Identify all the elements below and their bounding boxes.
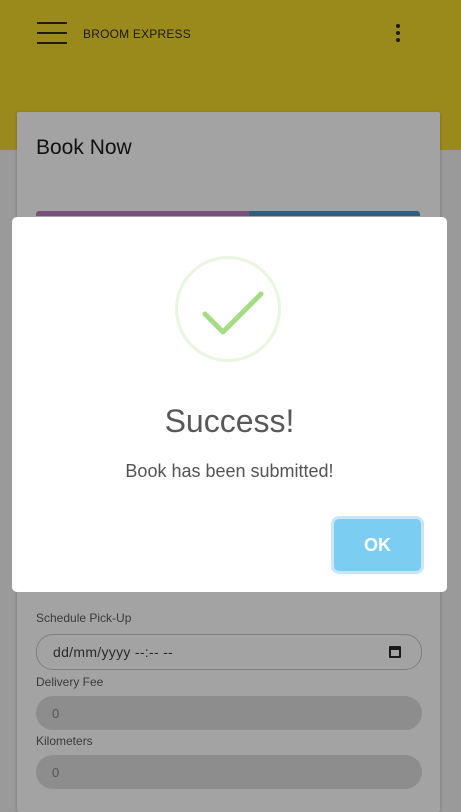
success-dialog: Success! Book has been submitted! OK bbox=[12, 217, 447, 592]
hamburger-menu-icon[interactable] bbox=[37, 22, 67, 44]
schedule-pickup-value: dd/mm/yyyy --:-- -- bbox=[53, 644, 174, 660]
kilometers-value: 0 bbox=[52, 764, 60, 780]
dialog-title: Success! bbox=[164, 403, 295, 439]
schedule-pickup-input[interactable]: dd/mm/yyyy --:-- -- bbox=[36, 634, 422, 670]
kilometers-field: 0 bbox=[36, 755, 422, 789]
schedule-pickup-label: Schedule Pick-Up bbox=[36, 611, 132, 625]
delivery-fee-label: Delivery Fee bbox=[36, 675, 104, 689]
app-title: BROOM EXPRESS bbox=[83, 27, 191, 41]
success-check-icon bbox=[175, 256, 281, 362]
calendar-icon[interactable] bbox=[389, 646, 401, 658]
kilometers-label: Kilometers bbox=[36, 734, 93, 748]
page-title: Book Now bbox=[36, 136, 132, 159]
more-vertical-icon[interactable] bbox=[392, 24, 404, 46]
ok-button[interactable]: OK bbox=[334, 519, 421, 571]
step-progress-segment-2 bbox=[249, 211, 420, 216]
delivery-fee-field: 0 bbox=[36, 696, 422, 730]
step-progress-segment-1 bbox=[36, 211, 249, 216]
step-progress-bar bbox=[36, 211, 420, 216]
delivery-fee-value: 0 bbox=[52, 705, 60, 721]
dialog-message: Book has been submitted! bbox=[125, 461, 334, 481]
